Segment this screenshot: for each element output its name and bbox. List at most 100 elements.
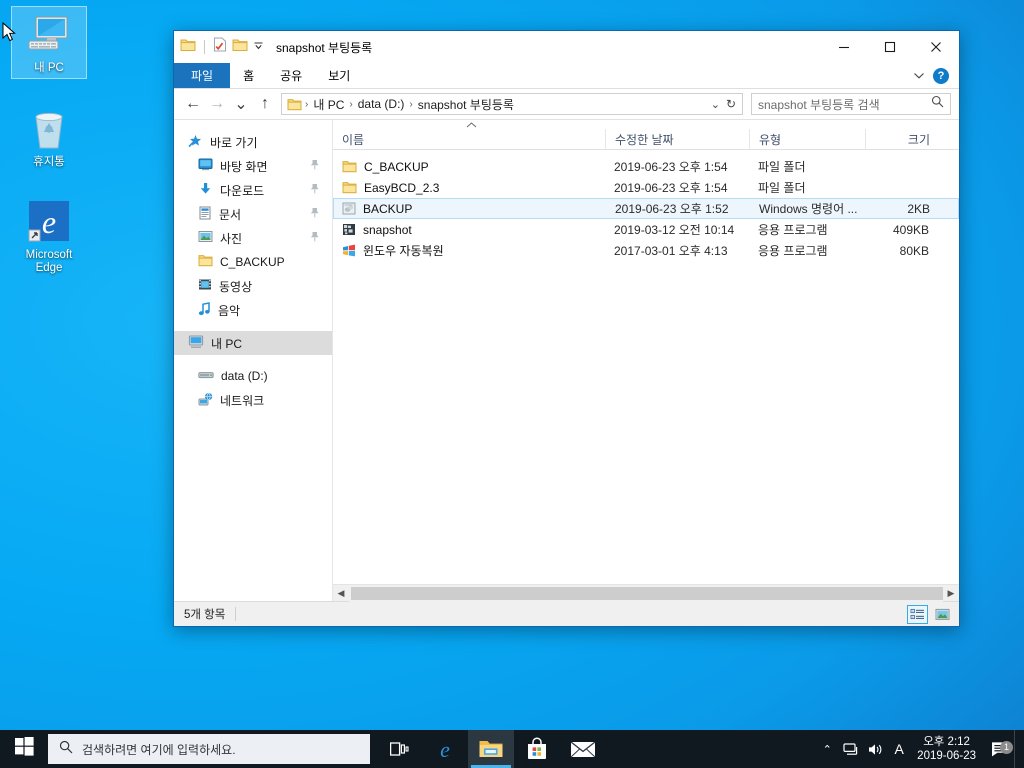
file-name-cell: snapshot <box>333 223 605 237</box>
sidebar-item-label: 내 PC <box>211 336 243 351</box>
sidebar-item-music[interactable]: 음악 <box>174 298 332 322</box>
sidebar-item-c-backup[interactable]: C_BACKUP <box>174 250 332 274</box>
column-header-type[interactable]: 유형 <box>749 129 865 149</box>
ribbon-collapse-icon[interactable] <box>913 67 925 85</box>
chevron-down-icon[interactable] <box>253 38 264 56</box>
table-row[interactable]: EasyBCD_2.3 2019-06-23 오후 1:54 파일 폴더 <box>333 177 959 198</box>
details-view-button[interactable] <box>907 604 928 624</box>
volume-icon[interactable] <box>863 742 887 757</box>
file-size-cell: 409KB <box>892 222 929 237</box>
breadcrumb-item-this-pc[interactable]: 내 PC <box>311 96 346 113</box>
ime-indicator[interactable]: A <box>887 741 911 757</box>
scroll-right-arrow[interactable]: ▶ <box>943 588 959 599</box>
quick-access-toolbar <box>180 37 264 57</box>
edge-icon: e <box>13 198 85 246</box>
large-icons-view-button[interactable] <box>932 605 953 624</box>
window-titlebar[interactable]: snapshot 부팅등록 <box>174 31 959 63</box>
recent-locations-button[interactable]: ⌄ <box>230 93 252 115</box>
sort-ascending-icon <box>466 120 477 130</box>
breadcrumb-separator: › <box>305 98 309 110</box>
scrollbar-track[interactable] <box>349 584 943 602</box>
sidebar-item-data-d[interactable]: data (D:) <box>174 364 332 388</box>
notification-center-button[interactable]: 1 <box>986 740 1014 758</box>
tab-home[interactable]: 홈 <box>230 63 267 88</box>
music-icon <box>198 301 211 319</box>
maximize-button[interactable] <box>867 31 913 63</box>
horizontal-scrollbar[interactable]: ◀ ▶ <box>333 584 959 602</box>
desktop-icon-recycle-bin[interactable]: 휴지통 <box>11 101 87 172</box>
sidebar-item-label: 바탕 화면 <box>220 159 268 174</box>
table-row[interactable]: BACKUP 2019-06-23 오후 1:52 Windows 명령어 ..… <box>333 198 959 219</box>
table-row[interactable]: 윈도우 자동복원 2017-03-01 오후 4:13 응용 프로그램 80KB <box>333 240 959 261</box>
breadcrumb-item-data-d[interactable]: data (D:) <box>356 97 407 111</box>
back-button[interactable]: ← <box>182 93 204 115</box>
sidebar-item-network[interactable]: 네트워크 <box>174 388 332 412</box>
new-folder-icon[interactable] <box>232 38 248 57</box>
taskbar-edge-button[interactable]: e <box>422 730 468 768</box>
sidebar-item-label: 음악 <box>218 303 241 318</box>
forward-button[interactable]: → <box>206 93 228 115</box>
show-desktop-button[interactable] <box>1014 730 1020 768</box>
column-header-name[interactable]: 이름 <box>333 129 605 149</box>
breadcrumb[interactable]: › 내 PC › data (D:) › snapshot 부팅등록 ⌄ ↻ <box>281 93 743 115</box>
tab-share[interactable]: 공유 <box>267 63 315 88</box>
properties-icon[interactable] <box>213 37 227 57</box>
tray-overflow-icon[interactable]: ⌃ <box>815 743 839 756</box>
file-list-pane: 이름 수정한 날짜 유형 크기 C_BACKUP 2019-06-23 오후 1… <box>333 120 959 602</box>
column-header-date-modified[interactable]: 수정한 날짜 <box>605 129 749 149</box>
pin-icon[interactable] <box>310 231 320 245</box>
breadcrumb-separator[interactable]: › <box>346 99 355 110</box>
sidebar-item-documents[interactable]: 문서 <box>174 202 332 226</box>
sidebar-item-quick-access[interactable]: 바로 가기 <box>174 130 332 154</box>
network-icon <box>198 392 213 409</box>
scroll-left-arrow[interactable]: ◀ <box>333 588 349 599</box>
taskbar-task-view-button[interactable] <box>376 730 422 768</box>
sidebar-item-downloads[interactable]: 다운로드 <box>174 178 332 202</box>
folder-icon <box>342 181 357 194</box>
scrollbar-thumb[interactable] <box>351 586 943 600</box>
sidebar-item-pictures[interactable]: 사진 <box>174 226 332 250</box>
taskbar-microsoft-store-button[interactable] <box>514 730 560 768</box>
tab-file[interactable]: 파일 <box>174 63 231 88</box>
help-button[interactable]: ? <box>933 67 949 84</box>
desktop-icon-this-pc[interactable]: 내 PC <box>11 6 87 79</box>
breadcrumb-separator[interactable]: › <box>406 99 415 110</box>
breadcrumb-item-current-folder[interactable]: snapshot 부팅등록 <box>416 96 516 113</box>
network-icon[interactable] <box>839 742 863 757</box>
breadcrumb-folder-icon <box>287 98 302 111</box>
file-date-cell: 2019-06-23 오후 1:54 <box>614 181 728 195</box>
application-icon <box>342 223 356 236</box>
folder-icon[interactable] <box>180 38 196 57</box>
sidebar-item-videos[interactable]: 동영상 <box>174 274 332 298</box>
start-button[interactable] <box>0 730 48 768</box>
pin-icon[interactable] <box>310 207 320 221</box>
table-row[interactable]: snapshot 2019-03-12 오전 10:14 응용 프로그램 409… <box>333 219 959 240</box>
sidebar-item-desktop[interactable]: 바탕 화면 <box>174 154 332 178</box>
table-row[interactable]: C_BACKUP 2019-06-23 오후 1:54 파일 폴더 <box>333 156 959 177</box>
this-pc-icon <box>188 335 204 352</box>
taskbar-clock[interactable]: 오후 2:12 2019-06-23 <box>911 735 986 763</box>
file-explorer-window: snapshot 부팅등록 파일 홈 공유 보기 ? ← → ⌄ ↑ › 내 P… <box>173 30 960 627</box>
pin-icon[interactable] <box>310 183 320 197</box>
sidebar-item-this-pc[interactable]: 내 PC <box>174 331 332 355</box>
taskbar-mail-button[interactable] <box>560 730 606 768</box>
taskbar-file-explorer-button[interactable] <box>468 730 514 768</box>
sidebar-item-label: 다운로드 <box>220 183 265 198</box>
tab-view[interactable]: 보기 <box>315 63 363 88</box>
taskbar-search-input[interactable]: 검색하려면 여기에 입력하세요. <box>48 734 370 764</box>
up-button[interactable]: ↑ <box>254 93 276 115</box>
address-dropdown-icon[interactable]: ⌄ <box>711 98 720 111</box>
search-icon[interactable] <box>931 95 944 113</box>
toolbar-separator <box>204 40 205 54</box>
column-header-size[interactable]: 크기 <box>865 129 938 149</box>
file-date-cell: 2019-03-12 오전 10:14 <box>614 223 735 237</box>
search-placeholder: snapshot 부팅등록 검색 <box>758 97 880 112</box>
sidebar-item-label: 문서 <box>219 207 242 222</box>
clock-time: 오후 2:12 <box>923 736 970 748</box>
pin-icon[interactable] <box>310 159 320 173</box>
minimize-button[interactable] <box>821 31 867 63</box>
refresh-icon[interactable]: ↻ <box>726 97 736 111</box>
desktop-icon-edge[interactable]: e Microsoft Edge <box>11 194 87 278</box>
search-input[interactable]: snapshot 부팅등록 검색 <box>751 93 951 115</box>
close-button[interactable] <box>913 31 959 63</box>
